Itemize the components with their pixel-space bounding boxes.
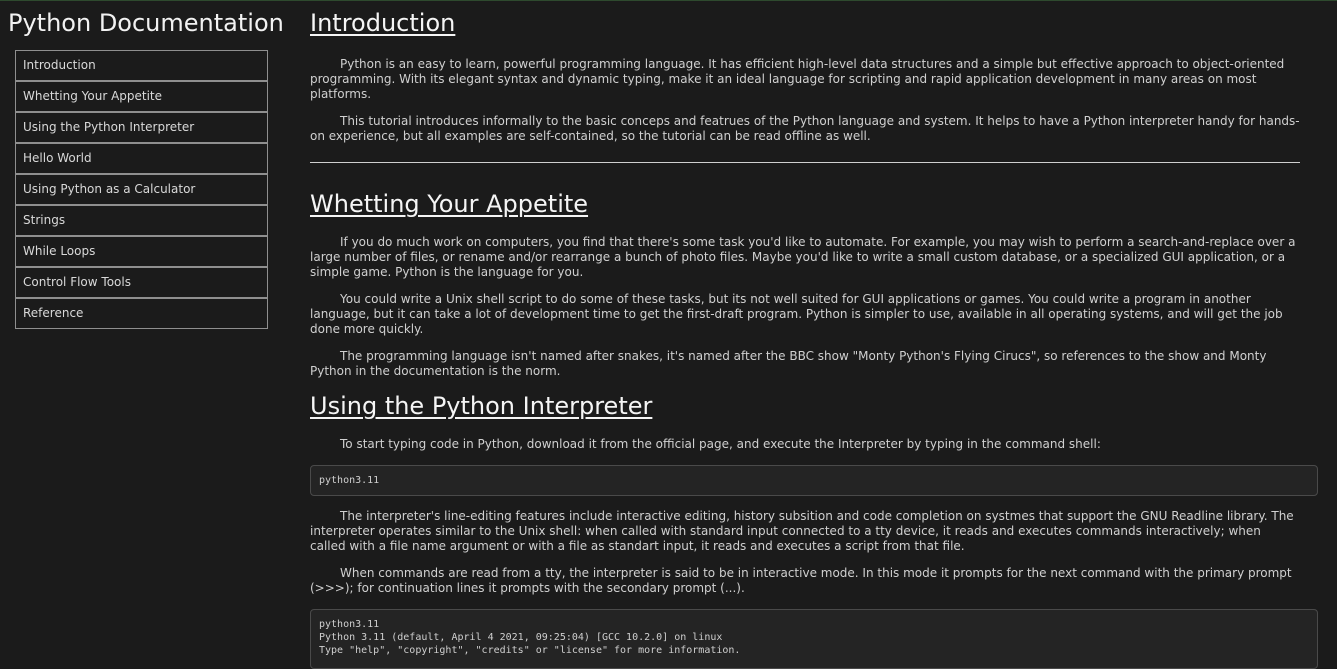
section-title-whetting-your-appetite: Whetting Your Appetite: [310, 190, 589, 218]
sidebar-item-using-the-python-interpreter[interactable]: Using the Python Interpreter: [15, 112, 268, 143]
sidebar-item-using-python-as-a-calculator[interactable]: Using Python as a Calculator: [15, 174, 268, 205]
paragraph: Python is an easy to learn, powerful pro…: [310, 57, 1285, 101]
sidebar-item-reference[interactable]: Reference: [15, 298, 268, 329]
code-block: python3.11 Python 3.11 (default, April 4…: [310, 609, 1318, 669]
main-content: Introduction Python is an easy to learn,…: [310, 8, 1318, 669]
paragraph: This tutorial introduces informally to t…: [310, 114, 1300, 143]
site-title: Python Documentation: [8, 9, 284, 37]
paragraph: When commands are read from a tty, the i…: [310, 566, 1292, 595]
sidebar-item-introduction[interactable]: Introduction: [15, 50, 268, 81]
section-using-the-python-interpreter: Using the Python Interpreter To start ty…: [310, 391, 1318, 669]
paragraph: If you do much work on computers, you fi…: [310, 235, 1296, 279]
section-title-introduction: Introduction: [310, 9, 456, 37]
sidebar-nav: Introduction Whetting Your Appetite Usin…: [15, 50, 268, 329]
section-whetting-your-appetite: Whetting Your Appetite If you do much wo…: [310, 189, 1318, 379]
window-top-border: [0, 0, 1337, 1]
sidebar-item-hello-world[interactable]: Hello World: [15, 143, 268, 174]
section-divider: [310, 162, 1300, 163]
sidebar: Python Documentation Introduction Whetti…: [8, 8, 284, 329]
sidebar-item-control-flow-tools[interactable]: Control Flow Tools: [15, 267, 268, 298]
paragraph: The programming language isn't named aft…: [310, 349, 1267, 378]
sidebar-item-while-loops[interactable]: While Loops: [15, 236, 268, 267]
paragraph: The interpreter's line-editing features …: [310, 509, 1294, 553]
section-introduction: Introduction Python is an easy to learn,…: [310, 8, 1318, 163]
paragraph: To start typing code in Python, download…: [340, 437, 1101, 451]
paragraph: You could write a Unix shell script to d…: [310, 292, 1283, 336]
code-block: python3.11: [310, 465, 1318, 496]
section-title-using-the-python-interpreter: Using the Python Interpreter: [310, 392, 653, 420]
sidebar-item-strings[interactable]: Strings: [15, 205, 268, 236]
sidebar-item-whetting-your-appetite[interactable]: Whetting Your Appetite: [15, 81, 268, 112]
